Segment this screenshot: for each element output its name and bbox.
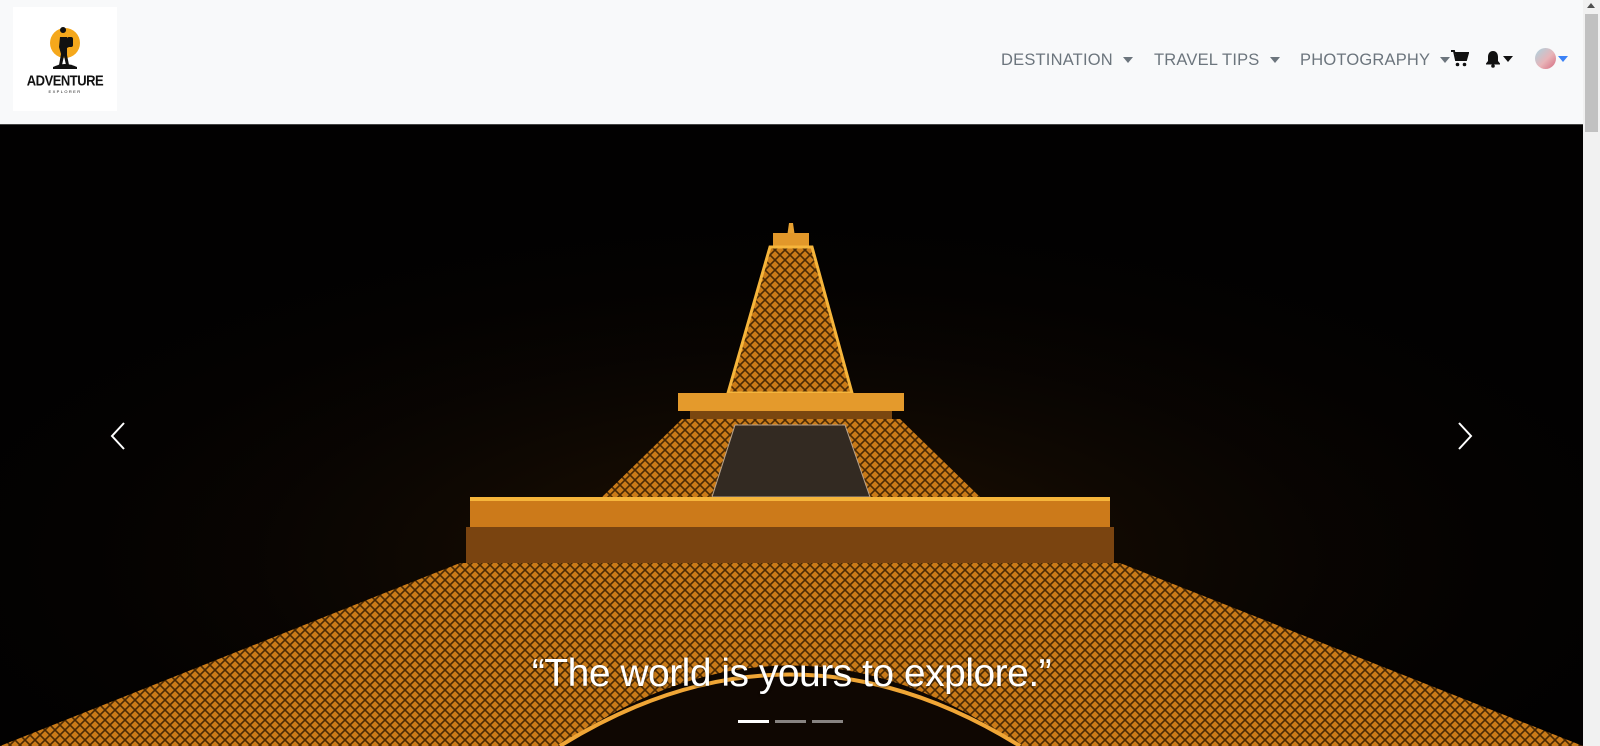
cart-icon <box>1451 50 1469 67</box>
nav-destination-dropdown[interactable]: DESTINATION <box>1001 49 1133 71</box>
notifications-dropdown[interactable] <box>1485 50 1513 68</box>
hero-caption: “The world is yours to explore.” <box>531 652 1052 695</box>
user-menu-dropdown[interactable] <box>1535 48 1568 69</box>
chevron-down-icon <box>1269 57 1280 63</box>
avatar <box>1535 48 1556 69</box>
carousel-indicators <box>738 720 843 723</box>
scrollbar-thumb[interactable] <box>1585 14 1598 132</box>
scroll-up-arrow-icon[interactable] <box>1587 3 1595 8</box>
bell-icon <box>1486 51 1500 68</box>
chevron-down-icon <box>1558 55 1568 62</box>
carousel-next-button[interactable] <box>1450 418 1480 454</box>
hero-carousel: “The world is yours to explore.” <box>0 125 1583 746</box>
carousel-indicator-2[interactable] <box>775 720 806 723</box>
brand-tagline: EXPLORER <box>48 89 82 94</box>
chevron-down-icon <box>1440 57 1451 63</box>
page-scrollbar[interactable] <box>1583 0 1600 746</box>
chevron-right-icon <box>1458 422 1473 450</box>
chevron-left-icon <box>110 422 125 450</box>
nav-travel-tips-label: TRAVEL TIPS <box>1154 50 1260 69</box>
cart-button[interactable] <box>1451 50 1469 67</box>
chevron-down-icon <box>1503 56 1513 62</box>
carousel-indicator-1[interactable] <box>738 720 769 723</box>
carousel-indicator-3[interactable] <box>812 720 843 723</box>
nav-photography-label: PHOTOGRAPHY <box>1300 50 1431 69</box>
chevron-down-icon <box>1122 57 1133 63</box>
hiker-logo-icon <box>50 27 80 69</box>
nav-travel-tips-dropdown[interactable]: TRAVEL TIPS <box>1154 49 1280 71</box>
brand-name: ADVENTURE <box>26 72 104 89</box>
brand-logo[interactable]: ADVENTURE EXPLORER <box>13 7 117 111</box>
nav-destination-label: DESTINATION <box>1001 50 1113 69</box>
nav-photography-dropdown[interactable]: PHOTOGRAPHY <box>1300 49 1451 71</box>
carousel-prev-button[interactable] <box>103 418 133 454</box>
navbar: ADVENTURE EXPLORER DESTINATION TRAVEL TI… <box>0 0 1583 125</box>
